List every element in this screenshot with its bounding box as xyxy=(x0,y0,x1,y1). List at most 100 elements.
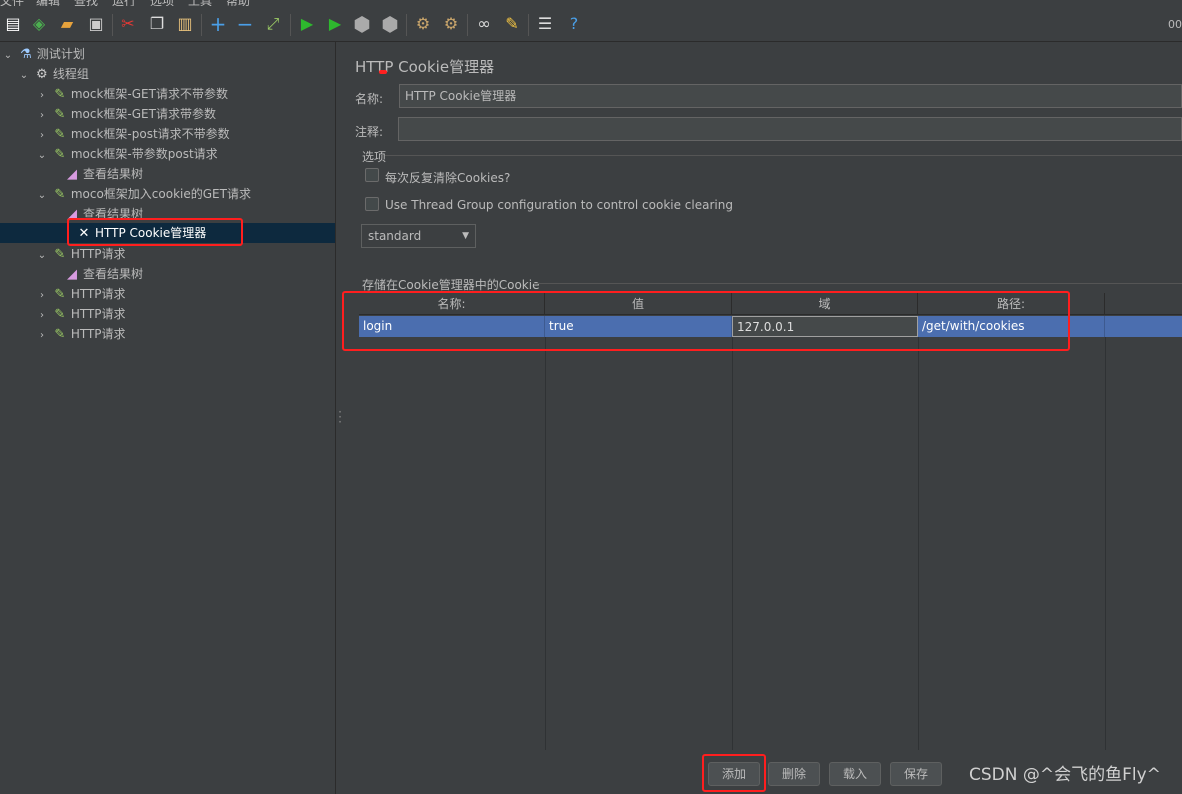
tree-expand-icon[interactable]: ⌄ xyxy=(2,46,14,66)
name-label: 名称: xyxy=(355,92,384,106)
highlight-box xyxy=(702,754,766,792)
tree-node-listener[interactable]: ◢ 查看结果树 xyxy=(64,264,143,284)
elapsed-timer: 00 xyxy=(1168,18,1182,31)
watermark: CSDN @^会飞的鱼Fly^ xyxy=(969,765,1161,785)
tree-node-sampler[interactable]: ⌄ ✎ HTTP请求 xyxy=(36,244,126,264)
save-button[interactable]: 保存 xyxy=(890,762,942,786)
tree-node-sampler[interactable]: › ✎ HTTP请求 xyxy=(36,324,126,344)
tree-node-sampler[interactable]: › ✎ HTTP请求 xyxy=(36,284,126,304)
sampler-icon: ✎ xyxy=(54,127,66,142)
cookie-policy-select[interactable]: standard ▼ xyxy=(361,224,476,248)
collapse-icon[interactable]: − xyxy=(235,14,255,34)
listener-icon: ◢ xyxy=(67,167,77,182)
section-divider xyxy=(533,283,1182,284)
search-icon[interactable]: ∞ xyxy=(474,14,494,34)
stop-icon[interactable]: ⬢ xyxy=(352,14,372,34)
toolbar: ▤ ◈ ▰ ▣ ✂ ❐ ▥ + − ⤢ ▶ ▶ ⬢ ⬢ ⚙ ⚙ ∞ ✎ ☰ ? … xyxy=(0,6,1182,42)
tree-node-sampler[interactable]: ⌄ ✎ moco框架加入cookie的GET请求 xyxy=(36,184,251,204)
thread-group-config-label: Use Thread Group configuration to contro… xyxy=(385,198,733,212)
toggle-icon[interactable]: ⤢ xyxy=(263,14,283,34)
new-icon[interactable]: ▤ xyxy=(3,14,23,34)
tree-node-thread-group[interactable]: ⌄ ⚙ 线程组 xyxy=(18,64,89,84)
tree-expand-icon[interactable]: ⌄ xyxy=(36,186,48,206)
clear-each-iteration-checkbox[interactable] xyxy=(365,168,379,182)
clear-icon[interactable]: ⚙ xyxy=(413,14,433,34)
clear-all-icon[interactable]: ⚙ xyxy=(441,14,461,34)
chevron-down-icon: ▼ xyxy=(462,231,469,241)
tree-expand-icon[interactable]: › xyxy=(36,286,48,306)
comment-label: 注释: xyxy=(355,125,384,139)
tree-node-sampler[interactable]: › ✎ HTTP请求 xyxy=(36,304,126,324)
column-divider xyxy=(732,337,733,750)
tree-expand-icon[interactable]: ⌄ xyxy=(18,66,30,86)
start-no-pause-icon[interactable]: ▶ xyxy=(325,14,345,34)
tree-node-label: 查看结果树 xyxy=(83,167,144,181)
clear-each-iteration-label: 每次反复清除Cookies? xyxy=(385,171,511,185)
thread-group-config-checkbox[interactable] xyxy=(365,197,379,211)
tree-node-label: 查看结果树 xyxy=(83,267,144,281)
templates-icon[interactable]: ◈ xyxy=(29,14,49,34)
column-divider xyxy=(918,337,919,750)
tree-node-label: moco框架加入cookie的GET请求 xyxy=(70,187,251,201)
toolbar-separator xyxy=(528,14,529,36)
sampler-icon: ✎ xyxy=(54,87,66,102)
listener-icon: ◢ xyxy=(67,267,77,282)
expand-icon[interactable]: + xyxy=(208,14,228,34)
tree-expand-icon[interactable]: › xyxy=(36,126,48,146)
column-divider xyxy=(1105,337,1106,750)
function-helper-icon[interactable]: ☰ xyxy=(535,14,555,34)
tree-node-sampler[interactable]: › ✎ mock框架-GET请求不带参数 xyxy=(36,84,228,104)
tree-node-listener[interactable]: ◢ 查看结果树 xyxy=(64,164,143,184)
load-button[interactable]: 载入 xyxy=(829,762,881,786)
tree-node-sampler[interactable]: ⌄ ✎ mock框架-带参数post请求 xyxy=(36,144,218,164)
tree-expand-icon[interactable]: ⌄ xyxy=(36,246,48,266)
tree-node-label: mock框架-GET请求不带参数 xyxy=(70,87,228,101)
tree-expand-icon[interactable]: ⌄ xyxy=(36,146,48,166)
help-icon[interactable]: ? xyxy=(564,14,584,34)
save-icon[interactable]: ▣ xyxy=(86,14,106,34)
sampler-icon: ✎ xyxy=(54,287,66,302)
tree-node-label: mock框架-带参数post请求 xyxy=(70,147,218,161)
cookie-policy-value: standard xyxy=(368,229,422,243)
tree-node-label: mock框架-GET请求带参数 xyxy=(70,107,216,121)
cut-icon[interactable]: ✂ xyxy=(118,14,138,34)
tree-node-label: 线程组 xyxy=(52,67,89,81)
tree-expand-icon[interactable]: › xyxy=(36,86,48,106)
cookie-table: 名称: 值 域 路径: login true 127.0.0.1 /get/wi… xyxy=(359,293,1182,750)
cookie-manager-panel: HTTP Cookie管理器 名称: HTTP Cookie管理器 注释: 选项… xyxy=(342,42,1182,794)
gear-icon: ⚙ xyxy=(36,67,48,82)
toolbar-separator xyxy=(290,14,291,36)
tree-node-sampler[interactable]: › ✎ mock框架-post请求不带参数 xyxy=(36,124,230,144)
tree-expand-icon[interactable]: › xyxy=(36,306,48,326)
column-divider xyxy=(545,337,546,750)
sampler-icon: ✎ xyxy=(54,247,66,262)
toolbar-separator xyxy=(201,14,202,36)
tree-expand-icon[interactable]: › xyxy=(36,326,48,346)
tree-node-test-plan[interactable]: ⌄ ⚗ 测试计划 xyxy=(2,44,85,64)
comment-field[interactable] xyxy=(398,117,1182,141)
tree-node-sampler[interactable]: › ✎ mock框架-GET请求带参数 xyxy=(36,104,216,124)
copy-icon[interactable]: ❐ xyxy=(147,14,167,34)
table-cell-extra[interactable] xyxy=(1105,316,1182,337)
shutdown-icon[interactable]: ⬢ xyxy=(380,14,400,34)
delete-button[interactable]: 删除 xyxy=(768,762,820,786)
open-icon[interactable]: ▰ xyxy=(57,14,77,34)
tree-node-label: mock框架-post请求不带参数 xyxy=(70,127,230,141)
sampler-icon: ✎ xyxy=(54,307,66,322)
options-section-label: 选项 xyxy=(362,150,387,164)
annotation-mark xyxy=(379,70,387,74)
tree-node-label: HTTP请求 xyxy=(70,307,126,321)
tree-expand-icon[interactable]: › xyxy=(36,106,48,126)
tree-node-label: HTTP请求 xyxy=(70,287,126,301)
start-icon[interactable]: ▶ xyxy=(297,14,317,34)
tree-node-label: 测试计划 xyxy=(36,47,85,61)
test-plan-icon: ⚗ xyxy=(20,47,32,62)
toolbar-separator xyxy=(467,14,468,36)
column-header-extra[interactable] xyxy=(1105,293,1182,315)
paste-icon[interactable]: ▥ xyxy=(175,14,195,34)
name-field[interactable]: HTTP Cookie管理器 xyxy=(399,84,1182,108)
section-divider xyxy=(385,155,1182,156)
sampler-icon: ✎ xyxy=(54,107,66,122)
test-plan-tree: ⌄ ⚗ 测试计划 ⌄ ⚙ 线程组 › ✎ mock框架-GET请求不带参数 › ✎ mo… xyxy=(0,42,336,794)
reset-search-icon[interactable]: ✎ xyxy=(502,14,522,34)
